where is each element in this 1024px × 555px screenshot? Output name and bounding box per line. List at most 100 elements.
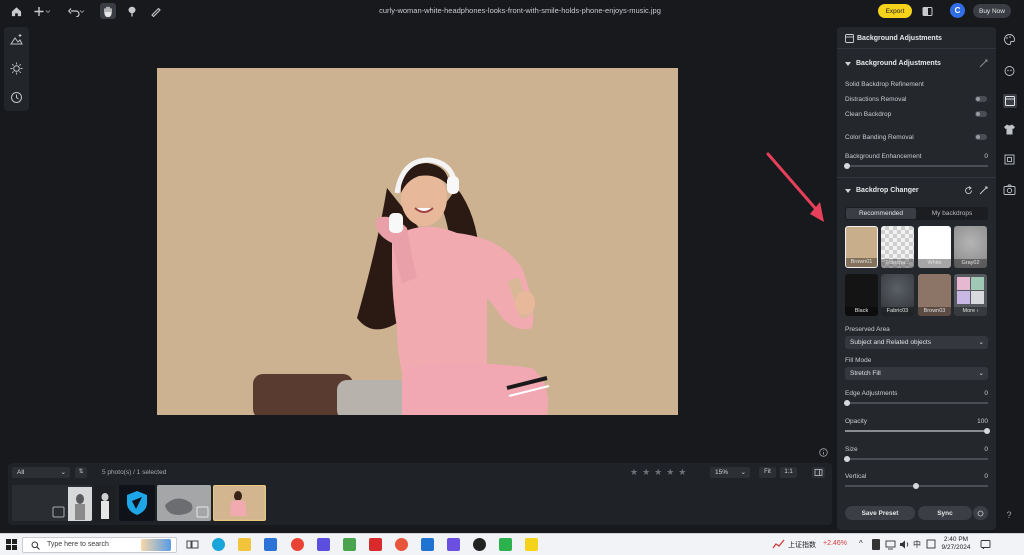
opacity-slider[interactable] [845,428,990,434]
save-preset-button[interactable]: Save Preset [845,506,915,520]
collapse-caret-icon[interactable] [845,189,851,196]
tray-chevron-up-icon[interactable]: ^ [859,539,863,548]
task-view-icon[interactable] [186,538,199,551]
preserved-area-select[interactable]: Subject and Related objects ⌄ [845,336,988,349]
discord-like-icon[interactable] [447,538,460,551]
volume-icon[interactable] [899,539,910,552]
panel-toggle-icon[interactable] [812,467,825,478]
tray-app-icon[interactable] [872,539,880,550]
ime-icon[interactable] [926,539,936,551]
reset-icon[interactable] [964,186,973,197]
eraser-icon[interactable] [147,3,163,19]
slider-knob[interactable] [844,400,850,406]
backdrop-label: Brown03 [918,307,951,316]
color-banding-toggle[interactable] [975,134,987,140]
taskbar-search-input[interactable]: Type here to search [22,537,177,553]
drop-app-icon[interactable] [395,538,408,551]
home-icon[interactable] [9,3,23,19]
help-icon[interactable]: ? [1003,510,1015,522]
add-icon[interactable] [32,3,54,19]
windows-start-icon[interactable] [6,539,17,552]
film-thumb-2[interactable] [94,485,116,521]
clothing-icon[interactable] [1003,123,1017,137]
stock-name[interactable]: 上证指数 [788,540,816,550]
sync-options-button[interactable] [973,506,988,520]
slider-knob[interactable] [844,456,850,462]
fit-button[interactable]: Fit [759,467,776,478]
undo-icon[interactable] [66,3,88,19]
film-thumb-5-selected[interactable] [213,485,266,521]
background-enhancement-slider[interactable] [844,163,988,169]
clock-time: 2:40 PM [943,536,969,543]
backdrop-label: Fabric03 [881,307,914,316]
qq-icon[interactable] [473,538,486,551]
backdrop-fabric03[interactable]: Fabric03 [881,274,914,316]
film-thumb-1[interactable] [12,485,92,521]
backdrop-black[interactable]: Black [845,274,878,316]
hand-tool-icon[interactable] [100,3,116,19]
edge-adjustments-slider[interactable] [844,400,988,406]
backdrop-brown03[interactable]: Brown03 [918,274,951,316]
distractions-removal-toggle[interactable] [975,96,987,102]
tab-my-backdrops[interactable]: My backdrops [917,208,987,219]
backdrop-white[interactable]: White [918,226,951,268]
film-thumb-3[interactable] [119,485,155,521]
one-to-one-button[interactable]: 1:1 [780,467,797,478]
info-icon[interactable] [819,448,829,458]
clean-backdrop-toggle[interactable] [975,111,987,117]
film-thumb-4[interactable] [157,485,211,521]
file-name: curly-woman-white-headphones-looks-front… [379,6,661,15]
chrome-icon[interactable] [291,538,304,551]
light-icon[interactable] [10,62,23,75]
video-app-icon[interactable] [369,538,382,551]
edit-icon[interactable] [979,186,988,197]
background-tool-icon[interactable] [1003,94,1017,108]
buy-now-button[interactable]: Buy Now [973,4,1011,18]
backdrop-brown01[interactable]: Brown01 [845,226,878,268]
photo-canvas[interactable] [157,68,678,415]
search-highlight-image [141,539,171,551]
backdrop-gray02[interactable]: Gray02 [954,226,987,268]
history-icon[interactable] [10,91,23,104]
size-slider[interactable] [844,456,988,462]
collapse-caret-icon[interactable] [845,62,851,69]
user-avatar[interactable]: C [950,3,965,18]
brush-mask-icon[interactable] [124,3,140,19]
palette-icon[interactable] [1003,33,1017,47]
backdrop-more[interactable]: More › [954,274,987,316]
file-explorer-icon[interactable] [238,538,251,551]
chevron-down-icon: ⌄ [740,469,746,476]
sort-icon[interactable]: ⇅ [75,467,87,478]
slider-knob[interactable] [984,428,990,434]
tab-recommended[interactable]: Recommended [846,208,916,219]
backdrop-transparent[interactable]: Transpa... [881,226,914,268]
wechat-icon[interactable] [499,538,512,551]
camera-icon[interactable] [1003,183,1017,197]
slider-knob[interactable] [844,163,850,169]
size-value: 0 [984,446,988,453]
compare-icon[interactable] [920,3,934,19]
crop-icon[interactable] [1003,153,1017,167]
notification-icon[interactable] [980,539,991,552]
export-button[interactable]: Export [878,4,912,18]
portrait-icon[interactable] [1003,65,1017,79]
zoom-select[interactable]: 15% ⌄ [710,467,750,478]
filter-select[interactable]: All ⌄ [12,467,70,478]
vertical-slider[interactable] [845,483,988,489]
taskbar-clock[interactable]: 2:40 PM 9/27/2024 [937,536,975,552]
opacity-value: 100 [977,418,988,425]
sync-button[interactable]: Sync [918,506,972,520]
input-language-indicator[interactable]: 中 [913,539,921,550]
slider-knob[interactable] [913,483,919,489]
network-icon[interactable] [885,539,896,552]
evoto-app-icon[interactable] [525,538,538,551]
reset-brush-icon[interactable] [979,59,988,70]
ai-adjust-icon[interactable] [10,33,23,46]
edge-browser-icon[interactable] [212,538,225,551]
fill-mode-select[interactable]: Stretch Fill ⌄ [845,367,988,380]
star-rating[interactable]: ★★★★★ [630,467,690,478]
app-p-icon[interactable] [317,538,330,551]
store-icon[interactable] [343,538,356,551]
mail-icon[interactable] [264,538,277,551]
shield-app-icon[interactable] [421,538,434,551]
